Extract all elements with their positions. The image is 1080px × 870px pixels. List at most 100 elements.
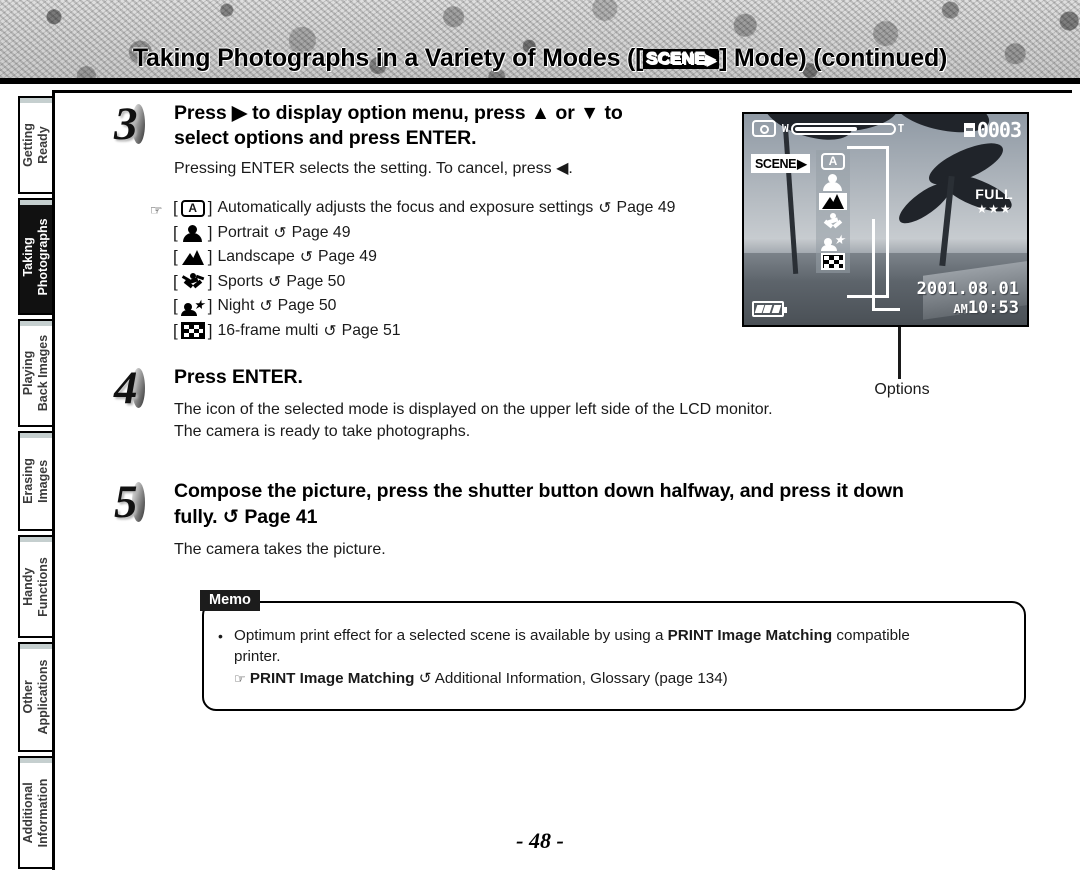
step-3-number: 3 — [114, 98, 144, 150]
memo-line1-prefix: Optimum print effect for a selected scen… — [234, 627, 668, 644]
sidebar-tab-label-line2: Images — [36, 459, 50, 503]
sidebar-tab-label-line2: Ready — [36, 126, 50, 164]
tab-cap — [20, 321, 52, 326]
scene-mode-label: Night — [217, 297, 255, 314]
step-4-subtext-line1: The icon of the selected mode is display… — [174, 401, 773, 418]
sidebar-tab-handy-functions[interactable]: Handy Functions — [18, 535, 54, 638]
quality-label: FULL — [975, 186, 1013, 202]
sidebar-tab-other-applications[interactable]: Other Applications — [18, 642, 54, 752]
memo-line-3: ☞ PRINT Image Matching ↺ Additional Info… — [234, 668, 1008, 690]
bracket-close: ] — [207, 320, 213, 340]
auto-mode-icon: A — [821, 153, 845, 170]
sidebar-tab-label-line1: Erasing — [21, 458, 35, 504]
scene-mode-label: Portrait — [217, 223, 269, 241]
sidebar-tab-label-line2: Functions — [36, 556, 50, 617]
step-5-number: 5 — [114, 476, 144, 528]
sidebar-tab-label-line2: Back Images — [36, 334, 50, 412]
scene-badge-in-title: SCENE▶ — [643, 49, 720, 69]
scene-mode-item-portrait: [ ] Portrait ↺ Page 49 — [172, 221, 675, 246]
scene-mode-page-ref: Page 49 — [318, 248, 377, 265]
time-value: 10:53 — [967, 298, 1019, 318]
memo-line3-rest: Additional Information, Glossary (page 1… — [431, 670, 728, 687]
landscape-mode-icon — [181, 249, 205, 266]
scene-mode-page-ref: Page 49 — [291, 223, 351, 241]
tab-cap — [20, 98, 52, 103]
menu-item-portrait[interactable] — [819, 173, 847, 191]
sidebar-tab-label-line2: Photographs — [36, 217, 50, 296]
page-number: - 48 - — [516, 828, 564, 853]
portrait-mode-icon — [181, 224, 205, 243]
scene-mode-label: 16-frame multi — [217, 321, 319, 339]
step-3-heading-line2: select options and press ENTER. — [174, 127, 477, 149]
scene-mode-page-ref: Page 49 — [616, 199, 676, 216]
scene-option-menu[interactable]: A ★ — [816, 150, 850, 273]
scene-mode-label: Automatically adjusts the focus and expo… — [217, 199, 594, 216]
print-image-matching-term: PRINT Image Matching — [667, 627, 833, 644]
zoom-bar-fill — [794, 126, 857, 131]
menu-item-multi16[interactable] — [819, 253, 847, 270]
tab-cap — [20, 200, 52, 205]
scene-badge-label: SCENE — [646, 49, 706, 68]
tab-cap — [20, 758, 52, 763]
bracket-open: [ — [173, 247, 178, 266]
sidebar-tab-label-line2: Applications — [36, 659, 50, 735]
sidebar-tab-erasing-images[interactable]: Erasing Images — [18, 431, 54, 531]
scene-mode-page-ref: Page 51 — [341, 321, 401, 339]
step-3-heading-line1: Press ▶ to display option menu, press ▲ … — [174, 102, 623, 124]
bracket-open: [ — [173, 222, 178, 242]
tab-cap — [20, 537, 52, 542]
right-arrow-icon: ▶ — [705, 52, 717, 67]
memo-tab-label: Memo — [200, 590, 260, 611]
cycle-arrow-icon: ↺ — [323, 320, 337, 340]
scene-mode-page-ref: Page 50 — [277, 297, 337, 314]
scene-mode-label: Landscape — [217, 248, 295, 265]
callout-bracket-lower — [872, 219, 900, 311]
step-5-heading-line1: Compose the picture, press the shutter b… — [174, 480, 904, 502]
sidebar-tab-taking-photographs[interactable]: Taking Photographs — [18, 198, 54, 315]
zoom-bar-track — [790, 122, 896, 135]
sports-mode-icon — [181, 273, 205, 290]
sidebar-tab-label-line1: Getting — [21, 123, 35, 167]
image-quality-indicator: FULL ★★★ — [975, 186, 1013, 216]
sidebar-tab-label-line1: Other — [21, 680, 35, 714]
lcd-monitor-illustration: W T 0003 SCENE ▶ A ★ FULL ★★★ 2001.08.01… — [742, 112, 1029, 327]
scene-mode-item-multi16: [ ] 16-frame multi ↺ Page 51 — [172, 319, 675, 344]
cycle-arrow-icon: ↺ — [259, 296, 273, 315]
scene-mode-item-auto: [ A ] Automatically adjusts the focus an… — [172, 196, 675, 221]
pointing-hand-icon: ☞ — [234, 672, 246, 687]
right-arrow-icon: ▶ — [797, 157, 807, 171]
scene-badge-text: SCENE — [755, 156, 797, 171]
print-image-matching-term: PRINT Image Matching — [249, 670, 415, 687]
menu-item-sports[interactable] — [819, 213, 847, 230]
auto-mode-icon: A — [180, 199, 205, 217]
zoom-wide-label: W — [782, 122, 789, 135]
bracket-open: [ — [173, 320, 178, 340]
sidebar-tab-rail: Getting Ready Taking Photographs Playing Ba… — [18, 96, 54, 869]
sidebar-tab-label-line1: Handy — [21, 567, 35, 606]
frame-counter: 0003 — [963, 118, 1022, 142]
menu-item-night[interactable]: ★ — [819, 233, 847, 251]
page-content: 3 Press ▶ to display option menu, press … — [52, 93, 1080, 870]
scene-mode-item-landscape: [ ] Landscape ↺ Page 49 — [172, 245, 675, 270]
menu-item-landscape[interactable] — [819, 193, 847, 210]
battery-icon — [752, 301, 787, 317]
scene-badge-on-lcd: SCENE ▶ — [751, 154, 811, 173]
sidebar-tab-getting-ready[interactable]: Getting Ready — [18, 96, 54, 194]
scene-mode-item-night: [ ★ ] Night ↺ Page 50 — [172, 294, 675, 319]
bracket-open: [ — [173, 296, 178, 315]
menu-item-auto[interactable]: A — [819, 153, 847, 170]
pointing-hand-icon: ☞ — [150, 202, 163, 218]
step-4-subtext-line2: The camera is ready to take photographs. — [174, 423, 471, 440]
scene-mode-list: ☞ [ A ] Automatically adjusts the focus … — [150, 196, 675, 344]
page-header-band: Taking Photographs in a Variety of Modes… — [0, 0, 1080, 84]
bullet-icon: • — [218, 628, 223, 644]
tab-cap — [20, 433, 52, 438]
sports-mode-icon — [821, 213, 845, 230]
cycle-arrow-icon: ↺ — [268, 271, 282, 291]
step-5: 5 Compose the picture, press the shutter… — [114, 479, 1074, 561]
multi16-mode-icon — [821, 253, 845, 270]
date-time-stamp: 2001.08.01 AM10:53 — [917, 280, 1019, 319]
step-5-heading-line2: fully. ↺ Page 41 — [174, 504, 1074, 530]
camera-mode-icon — [752, 120, 776, 137]
sidebar-tab-playing-back-images[interactable]: Playing Back Images — [18, 319, 54, 427]
